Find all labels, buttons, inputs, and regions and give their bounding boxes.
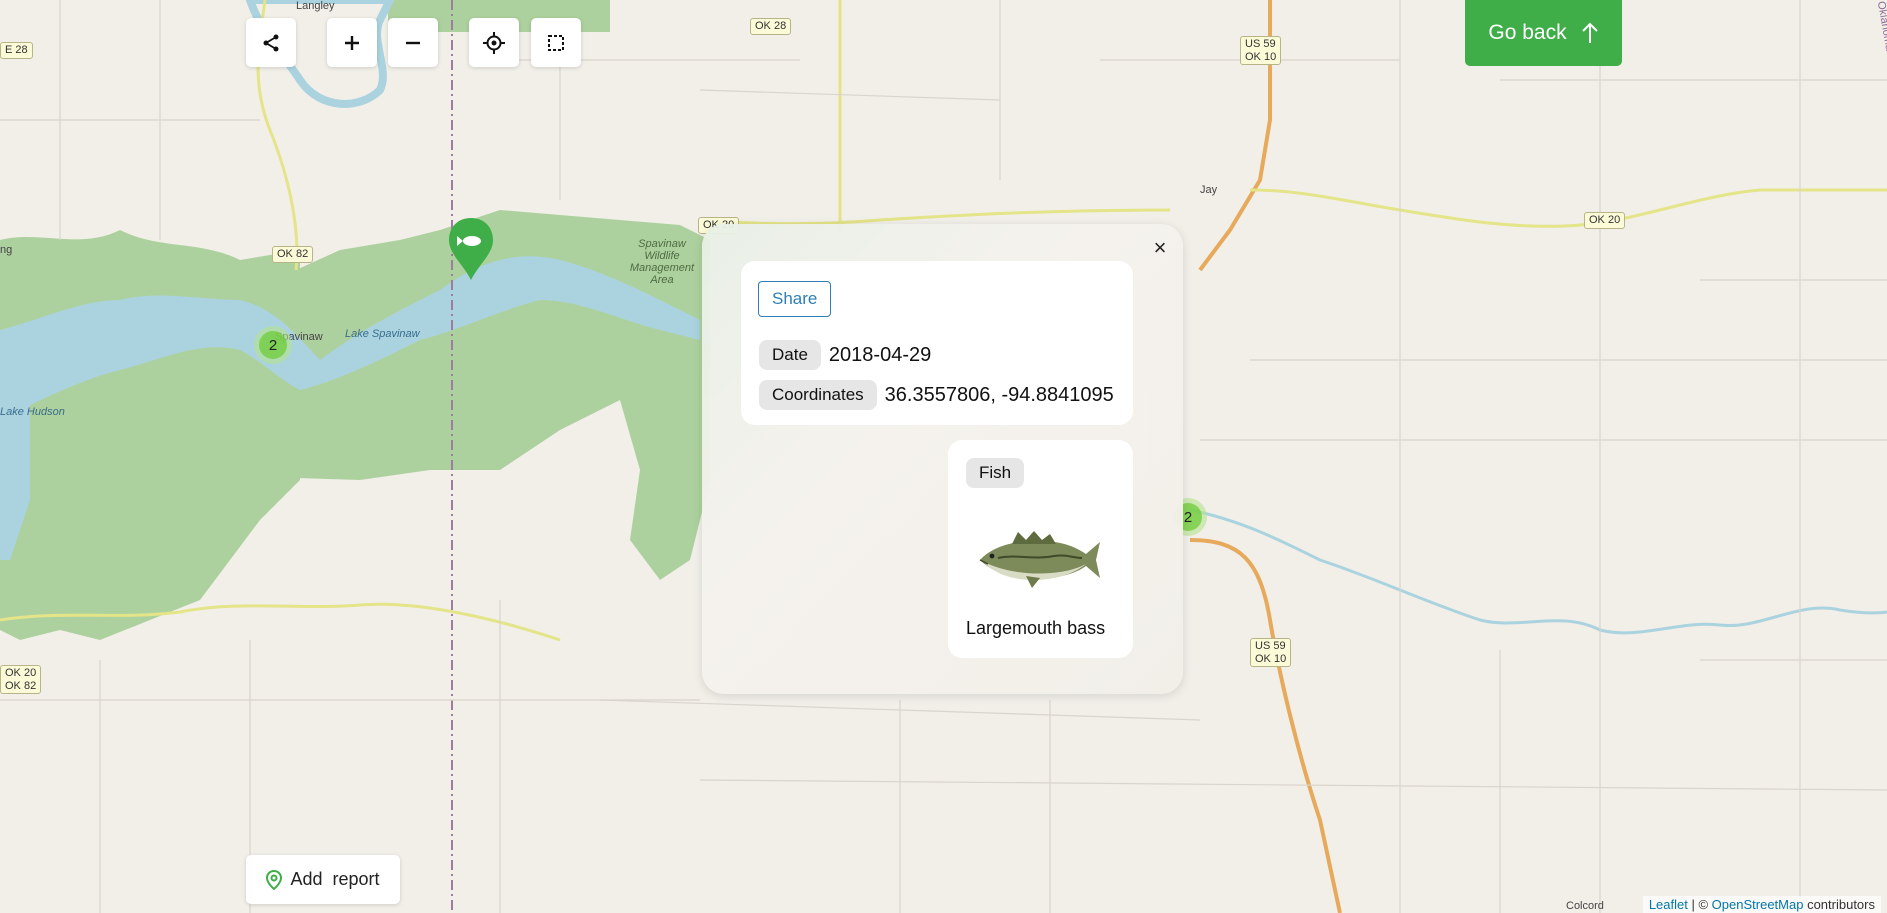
route-shield: OK 20 OK 82	[0, 665, 42, 695]
coordinates-value: 36.3557806, -94.8841095	[884, 383, 1114, 406]
share-report-button[interactable]: Share	[758, 281, 832, 317]
route-shield: OK 28	[750, 18, 792, 35]
coordinates-label: Coordinates	[759, 380, 877, 410]
zoom-out-button[interactable]	[388, 18, 438, 67]
attribution-suffix: contributors	[1803, 897, 1875, 912]
map-pin-icon	[266, 869, 283, 890]
osm-link[interactable]: OpenStreetMap	[1712, 897, 1804, 912]
select-area-icon	[548, 34, 564, 51]
map-attribution: Leaflet | © OpenStreetMap contributors	[1642, 896, 1881, 913]
place-label: Jay	[1200, 184, 1218, 196]
go-back-button[interactable]: Go back	[1465, 0, 1622, 66]
locate-icon	[483, 31, 505, 54]
plus-icon	[345, 35, 359, 50]
place-label: Langley	[296, 0, 335, 12]
largemouth-bass-image	[979, 531, 1100, 588]
route-shield: US 59 OK 10	[1240, 36, 1282, 66]
report-info-card: Share Date 2018-04-29 Coordinates 36.355…	[741, 261, 1133, 425]
select-area-button[interactable]	[531, 18, 581, 67]
cluster-count: 2	[259, 331, 287, 359]
marker-cluster[interactable]: 2	[254, 326, 292, 364]
date-value: 2018-04-29	[828, 343, 932, 366]
place-label: Lake Spavinaw	[345, 328, 420, 340]
place-label: ng	[0, 244, 13, 256]
zoom-in-button[interactable]	[327, 18, 377, 67]
add-report-label: Add report	[290, 869, 380, 889]
close-icon[interactable]: ×	[1146, 234, 1174, 262]
leaflet-link[interactable]: Leaflet	[1649, 897, 1688, 912]
route-shield: US 59 OK 10	[1250, 638, 1292, 668]
attribution-separator: | ©	[1687, 897, 1712, 912]
minus-icon	[406, 41, 420, 44]
place-label: Lake Hudson	[0, 406, 65, 418]
share-icon	[263, 34, 279, 51]
share-map-button[interactable]	[246, 18, 296, 67]
place-label: Colcord	[1566, 900, 1604, 912]
species-category: Fish	[966, 458, 1025, 488]
locate-button[interactable]	[469, 18, 519, 67]
add-report-button[interactable]: Add report	[246, 855, 400, 904]
species-name: Largemouth bass	[966, 618, 1106, 638]
route-shield: OK 82	[272, 246, 314, 263]
route-shield: E 28	[0, 42, 33, 59]
species-card[interactable]: Fish Largemouth bass	[948, 440, 1133, 658]
place-label: Spavinaw Wildlife Management Area	[629, 238, 695, 286]
arrow-up-icon	[1581, 22, 1598, 43]
route-shield: OK 20	[1584, 212, 1626, 229]
date-label: Date	[759, 340, 821, 370]
go-back-label: Go back	[1488, 21, 1567, 44]
